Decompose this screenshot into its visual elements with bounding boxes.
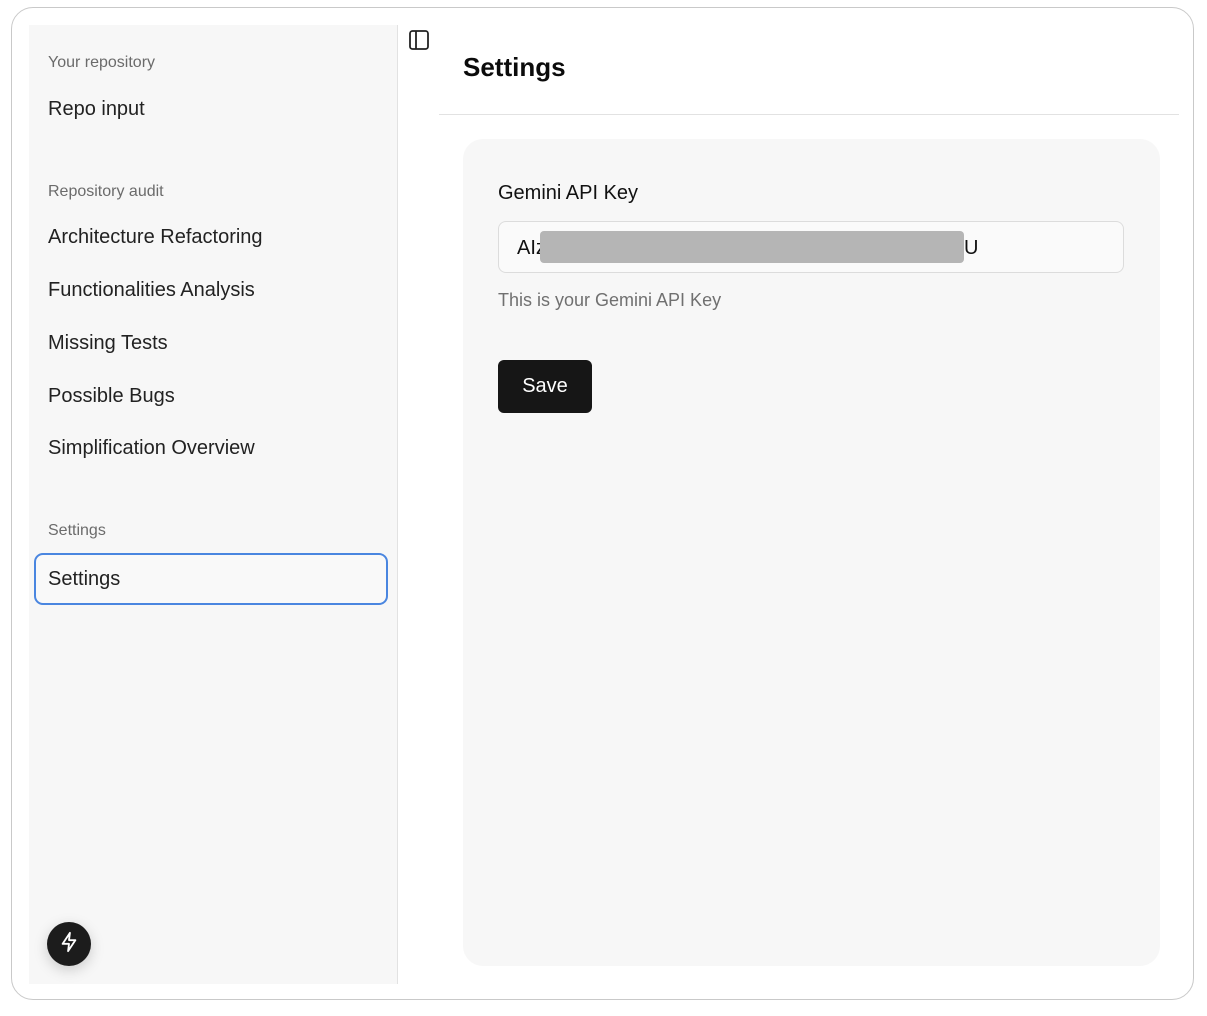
settings-card: Gemini API Key AIz U This is your Gemini…: [463, 139, 1160, 966]
sidebar-item-settings[interactable]: Settings: [34, 553, 388, 605]
sidebar-item-possible-bugs[interactable]: Possible Bugs: [48, 385, 175, 408]
api-key-label: Gemini API Key: [498, 182, 639, 204]
sidebar-group-label-settings: Settings: [48, 522, 106, 539]
sidebar-item-architecture-refactoring[interactable]: Architecture Refactoring: [48, 226, 263, 249]
sidebar-item-repo-input[interactable]: Repo input: [48, 98, 145, 121]
title-divider: [439, 114, 1179, 115]
bolt-button[interactable]: [47, 922, 91, 966]
bolt-icon: [58, 931, 80, 958]
sidebar-toggle-button[interactable]: [408, 29, 430, 56]
api-key-redaction: [540, 231, 964, 263]
page-title: Settings: [463, 52, 566, 82]
api-key-hint: This is your Gemini API Key: [498, 290, 722, 310]
sidebar-item-missing-tests[interactable]: Missing Tests: [48, 332, 168, 355]
save-button[interactable]: Save: [498, 360, 592, 413]
sidebar-group-label-your-repository: Your repository: [48, 54, 156, 71]
sidebar-toggle-icon: [408, 29, 430, 56]
sidebar-item-functionalities-analysis[interactable]: Functionalities Analysis: [48, 279, 255, 302]
api-key-input[interactable]: AIz U: [498, 221, 1124, 273]
app-window: Your repository Repo input Repository au…: [11, 7, 1194, 1000]
sidebar: Your repository Repo input Repository au…: [29, 25, 398, 984]
api-key-value-suffix: U: [964, 237, 979, 259]
sidebar-group-label-repository-audit: Repository audit: [48, 183, 164, 200]
sidebar-item-simplification-overview[interactable]: Simplification Overview: [48, 437, 255, 460]
